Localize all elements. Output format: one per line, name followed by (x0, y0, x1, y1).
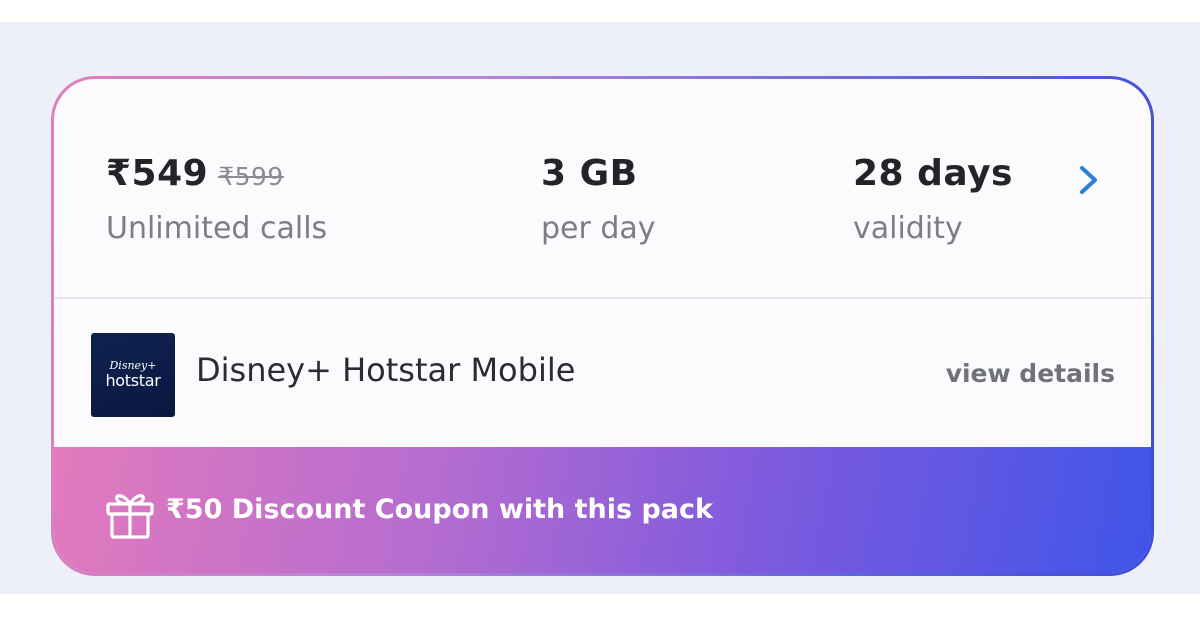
ott-benefit-row[interactable]: Disney+ hotstar Disney+ Hotstar Mobile v… (54, 299, 1151, 447)
validity-block: 28 days validity (853, 153, 1013, 246)
plan-card-body: ₹549 ₹599 Unlimited calls 3 GB per day 28… (54, 79, 1151, 573)
gift-icon (106, 494, 154, 539)
validity-subtitle: validity (853, 211, 963, 246)
view-details-link[interactable]: view details (946, 359, 1115, 388)
chevron-right-icon[interactable] (1074, 161, 1104, 199)
price: ₹549 (106, 153, 209, 194)
plan-summary: ₹549 ₹599 Unlimited calls 3 GB per day 28… (54, 79, 1151, 297)
validity-days: 28 days (853, 153, 1013, 194)
hotstar-logo: Disney+ hotstar (91, 333, 175, 417)
price-line: ₹549 ₹599 (106, 153, 327, 194)
data-block: 3 GB per day (541, 153, 656, 246)
price-subtitle: Unlimited calls (106, 211, 328, 246)
original-price: ₹599 (218, 162, 284, 191)
price-block: ₹549 ₹599 Unlimited calls (106, 153, 327, 246)
coupon-text: ₹50 Discount Coupon with this pack (166, 494, 713, 525)
page-background: ₹549 ₹599 Unlimited calls 3 GB per day 28… (0, 22, 1200, 594)
coupon-banner[interactable]: ₹50 Discount Coupon with this pack (54, 447, 1151, 573)
data-subtitle: per day (541, 211, 656, 246)
plan-card[interactable]: ₹549 ₹599 Unlimited calls 3 GB per day 28… (51, 76, 1154, 576)
ott-name: Disney+ Hotstar Mobile (196, 351, 576, 389)
logo-text-hotstar: hotstar (105, 371, 161, 390)
data-amount: 3 GB (541, 153, 638, 194)
